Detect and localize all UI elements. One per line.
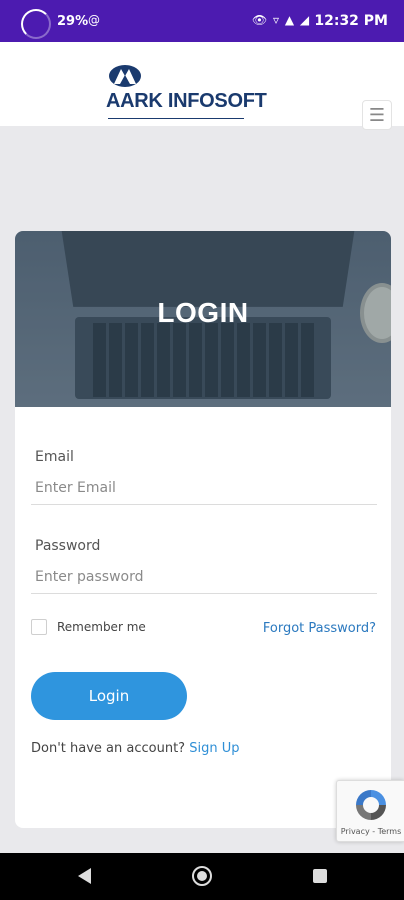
back-icon[interactable] [78,868,91,884]
login-card: LOGIN Email Password Remember me Forgot … [15,231,391,828]
site-header: AARK INFOSOFT ☰ [0,42,404,130]
hero-banner: LOGIN [15,231,391,407]
forgot-password-link[interactable]: Forgot Password? [263,621,376,636]
remember-me-checkbox[interactable] [31,619,47,635]
recent-apps-icon[interactable] [313,869,327,883]
brand-logo[interactable]: AARK INFOSOFT [106,64,267,124]
password-field[interactable] [31,560,377,594]
android-nav-bar [0,853,404,900]
logo-text: AARK INFOSOFT [106,90,267,112]
logo-mark-icon [109,65,141,87]
recaptcha-icon [356,790,386,820]
clock: 12:32 PM [314,13,388,29]
recaptcha-terms[interactable]: Privacy - Terms [337,827,404,836]
email-field[interactable] [31,471,377,505]
status-bar: 29% @ 👁 ▿ ▲ ◢ 12:32 PM [0,0,404,42]
home-icon[interactable] [192,866,212,886]
password-label: Password [35,538,101,554]
sign-up-link[interactable]: Sign Up [189,741,239,756]
signal-icons: 👁 ▿ ▲ ◢ [252,13,311,27]
page-title: LOGIN [157,297,249,328]
signup-row: Don't have an account? Sign Up [31,741,239,756]
remember-me-label: Remember me [57,620,146,634]
battery-percent: 29% [57,14,89,29]
remember-me-row[interactable]: Remember me [31,619,146,635]
login-button[interactable]: Login [31,672,187,720]
logo-rule [108,118,244,119]
signup-prompt: Don't have an account? [31,741,186,756]
hamburger-icon: ☰ [368,104,386,126]
hamburger-menu-button[interactable]: ☰ [362,100,392,130]
at-circle-icon: @ [88,13,100,27]
progress-ring-icon [21,9,51,39]
recaptcha-badge[interactable]: Privacy - Terms [336,780,404,842]
email-label: Email [35,449,74,465]
